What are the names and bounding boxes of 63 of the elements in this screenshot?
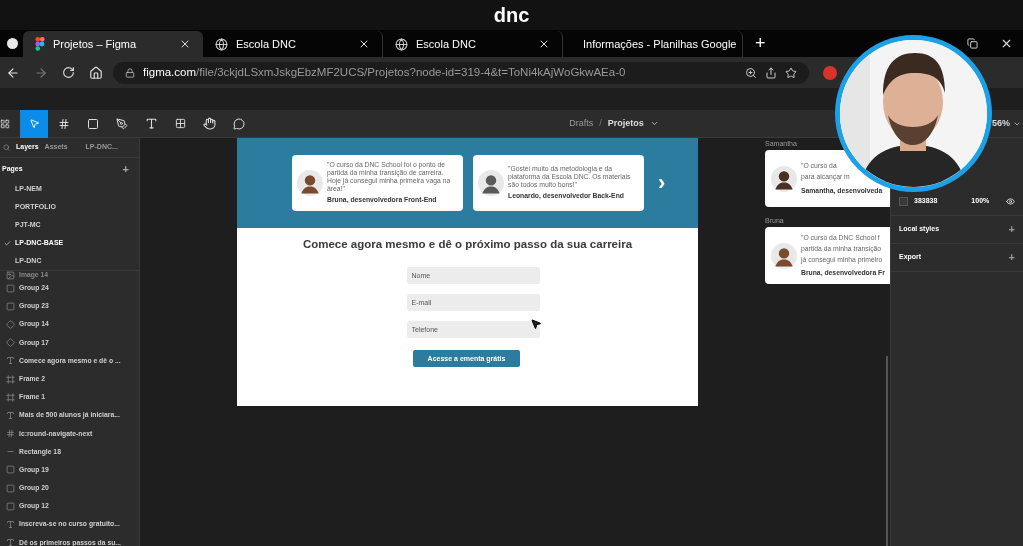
close-icon[interactable] xyxy=(179,38,191,50)
forward-icon[interactable] xyxy=(34,65,48,80)
tab-title: Escola DNC xyxy=(236,36,297,52)
tab-title: Projetos – Figma xyxy=(53,36,138,52)
url-text: figma.com/file/3ckjdLSxmJskgEbzMF2UCS/Projetos?node-id=319-4&t=ToNi4kAjWoGkwAEa-0 xyxy=(143,64,627,80)
breadcrumb-link[interactable]: Drafts xyxy=(569,116,594,131)
text-tool-icon[interactable] xyxy=(145,117,158,130)
figma-logo-icon xyxy=(35,37,45,51)
new-tab-button[interactable]: + xyxy=(755,34,766,52)
brand-logo: dnc xyxy=(493,5,530,25)
close-icon[interactable] xyxy=(1000,37,1013,50)
add-page-button[interactable]: + xyxy=(122,160,137,178)
move-tool-button[interactable] xyxy=(20,109,48,138)
check-icon xyxy=(4,239,11,247)
resources-icon[interactable] xyxy=(175,118,186,129)
zoom-icon[interactable] xyxy=(745,66,757,79)
home-icon[interactable] xyxy=(89,65,103,80)
restore-icon[interactable] xyxy=(967,38,978,49)
frame-tool-icon[interactable] xyxy=(58,117,70,130)
close-icon[interactable] xyxy=(538,38,550,50)
zoom-level[interactable]: 56% xyxy=(992,116,1010,131)
reload-icon[interactable] xyxy=(62,66,75,79)
text-icon xyxy=(6,520,15,530)
pen-tool-icon[interactable] xyxy=(116,117,128,130)
browser-tab[interactable]: Projetos – Figma xyxy=(23,31,203,57)
text-icon xyxy=(6,410,15,420)
color-swatch[interactable] xyxy=(899,197,908,206)
shape-tool-icon[interactable] xyxy=(87,117,99,130)
next-arrow[interactable]: › xyxy=(658,172,666,194)
lock-icon xyxy=(125,67,135,78)
tab-title: Escola DNC xyxy=(416,36,477,52)
add-button[interactable]: + xyxy=(1008,249,1015,266)
pointer-icon xyxy=(28,118,40,129)
image-icon xyxy=(6,271,15,280)
visibility-icon[interactable] xyxy=(1006,197,1015,206)
frame-icon xyxy=(6,392,15,402)
breadcrumb-separator: / xyxy=(599,116,602,130)
section-heading: Comece agora mesmo e dê o próximo passo da sua carreira xyxy=(301,237,634,252)
grid-icon xyxy=(6,429,15,439)
avatar-icon xyxy=(478,170,504,196)
main-menu-icon[interactable] xyxy=(0,118,10,129)
extension-icon[interactable] xyxy=(823,65,837,80)
text-icon xyxy=(6,538,15,546)
close-icon[interactable] xyxy=(358,38,370,50)
text-icon xyxy=(6,356,15,366)
frame-icon xyxy=(6,374,15,384)
bookmark-star-icon[interactable] xyxy=(785,66,797,79)
avatar-icon xyxy=(771,242,797,269)
globe-icon xyxy=(215,37,228,51)
comment-tool-icon[interactable] xyxy=(233,117,245,130)
address-field[interactable]: figma.com/file/3ckjdLSxmJskgEbzMF2UCS/Projetos?node-id=319-4&t=ToNi4kAjWoGkwAEa-0 xyxy=(113,61,809,84)
add-button[interactable]: + xyxy=(1008,221,1015,238)
avatar-icon xyxy=(771,165,797,192)
share-icon[interactable] xyxy=(765,66,777,79)
avatar-icon xyxy=(297,170,323,196)
file-name[interactable]: Projetos xyxy=(607,116,644,131)
hand-tool-icon[interactable] xyxy=(203,117,216,130)
caret-icon[interactable] xyxy=(649,119,659,128)
back-icon[interactable] xyxy=(6,65,20,80)
cursor-icon xyxy=(530,318,542,330)
tab-title: Informações - Planilhas Google xyxy=(583,36,737,52)
search-icon[interactable] xyxy=(3,144,10,151)
globe-icon xyxy=(395,37,408,51)
